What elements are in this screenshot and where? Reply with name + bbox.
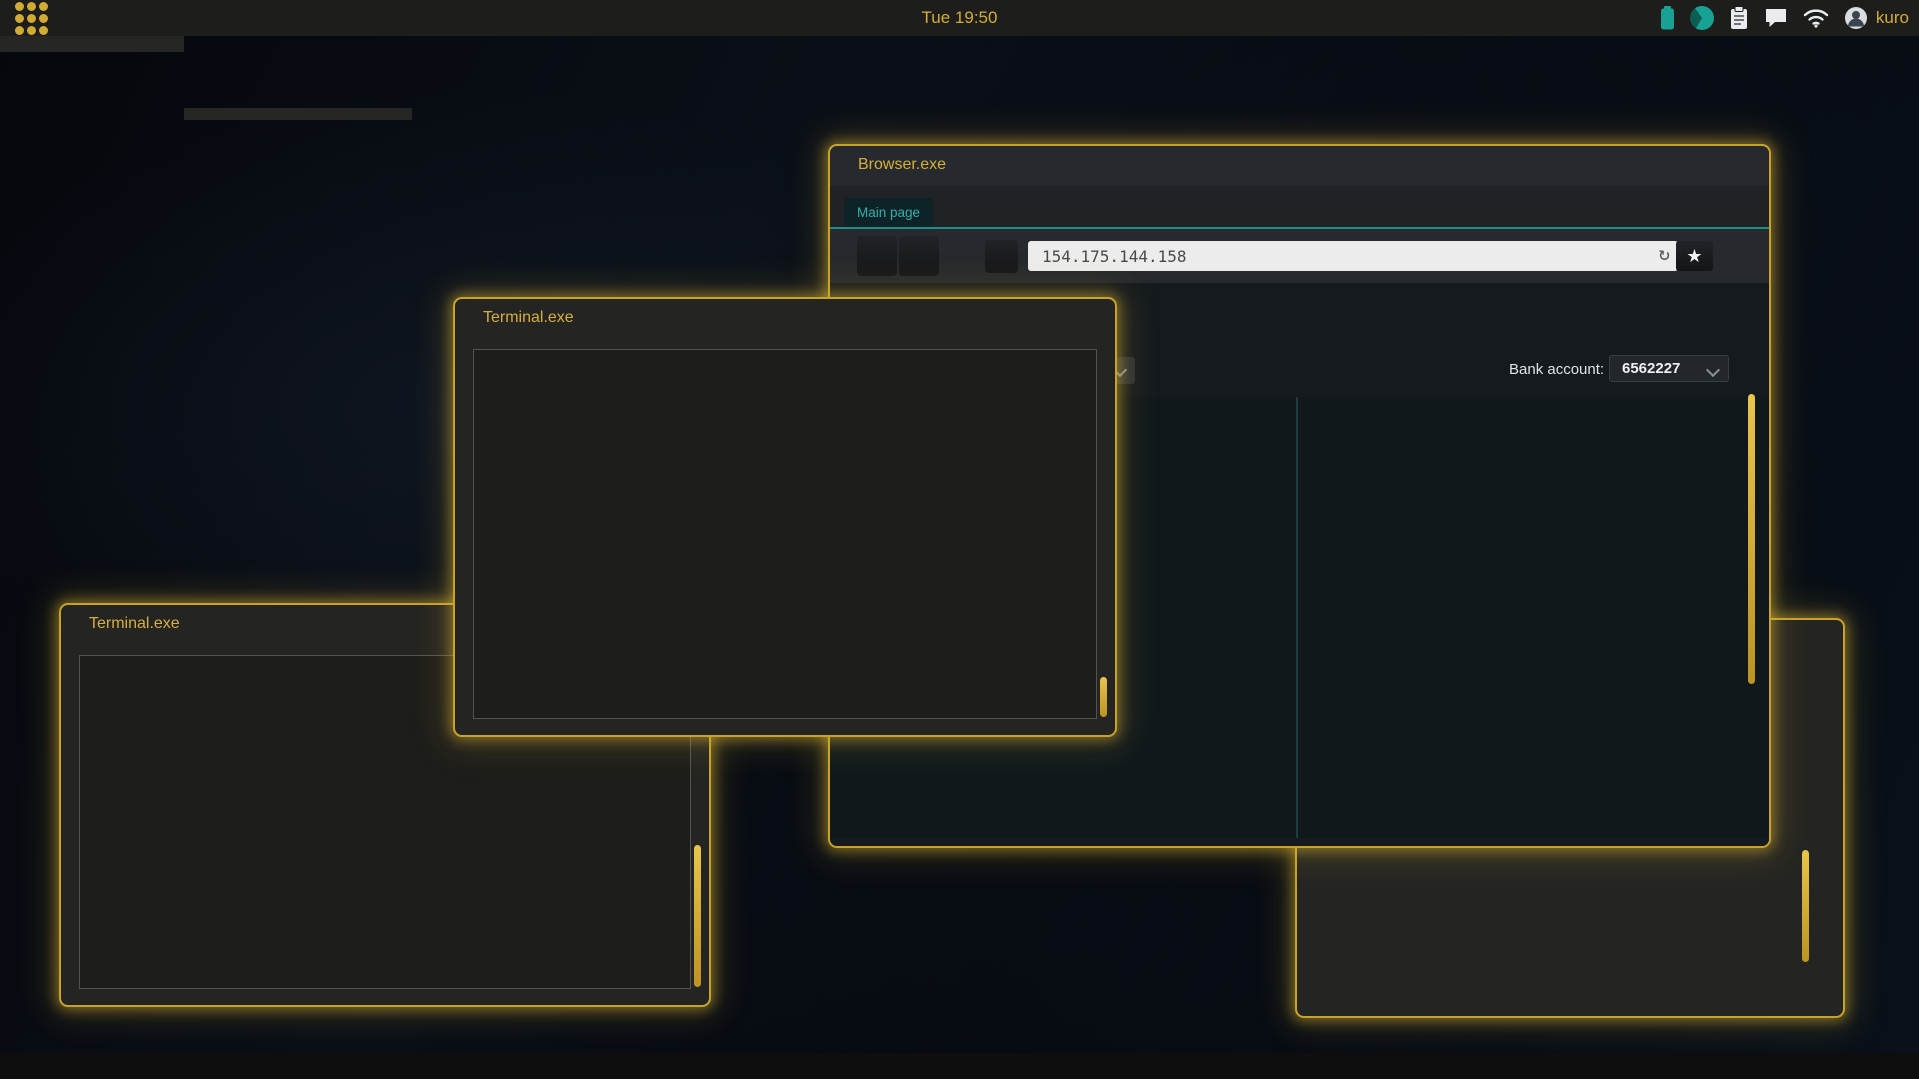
- browser-nav-row: 154.175.144.158 ↻ ★: [830, 229, 1769, 283]
- programs-submenu: [184, 108, 412, 120]
- reload-icon[interactable]: ↻: [1659, 243, 1670, 265]
- chevron-down-icon: [1705, 362, 1721, 378]
- chat-bubble-icon[interactable]: [1764, 7, 1788, 29]
- terminal-body[interactable]: [473, 349, 1097, 719]
- system-menu: [0, 36, 184, 52]
- apps-menu-button[interactable]: [0, 0, 62, 36]
- window-title: Terminal.exe: [483, 309, 574, 326]
- favorite-button[interactable]: ★: [1676, 241, 1713, 271]
- storage-pie-icon[interactable]: [1689, 6, 1714, 30]
- clock: Tue 19:50: [921, 8, 998, 27]
- forward-button[interactable]: [899, 236, 939, 276]
- bank-account-value: 6562227: [1622, 360, 1681, 377]
- window-title: Browser.exe: [858, 156, 947, 173]
- address-text: 154.175.144.158: [1042, 246, 1187, 266]
- star-icon: ★: [1686, 245, 1703, 266]
- address-bar[interactable]: 154.175.144.158 ↻: [1028, 241, 1678, 271]
- file-explorer-scrollbar[interactable]: [1802, 850, 1809, 962]
- bank-account-dropdown[interactable]: 6562227: [1609, 355, 1729, 382]
- terminal-scrollbar[interactable]: [1100, 677, 1107, 717]
- system-tray: [1660, 6, 1876, 30]
- wifi-icon[interactable]: [1803, 8, 1829, 28]
- back-button[interactable]: [857, 236, 897, 276]
- apps-grid-icon: [14, 1, 48, 35]
- column-divider: [1296, 397, 1298, 838]
- browser-scrollbar[interactable]: [1748, 394, 1755, 684]
- clipboard-icon[interactable]: [1729, 6, 1749, 30]
- taskbar: [0, 1053, 1919, 1079]
- user-avatar-icon[interactable]: [1844, 6, 1868, 30]
- browser-titlebar[interactable]: Browser.exe: [830, 146, 1769, 184]
- terminal-window-center: Terminal.exe: [453, 297, 1117, 737]
- username-label: kuro: [1875, 8, 1909, 27]
- topbar: Tue 19:50 kuro: [0, 0, 1919, 36]
- home-button[interactable]: [985, 240, 1018, 273]
- browser-pagetab-strip: Main page: [830, 186, 1769, 229]
- battery-icon[interactable]: [1660, 6, 1675, 30]
- terminal-titlebar[interactable]: Terminal.exe: [455, 299, 1115, 337]
- bank-account-label: Bank account:: [1509, 361, 1605, 378]
- page-tab-main-page[interactable]: Main page: [844, 198, 934, 227]
- terminal-scrollbar[interactable]: [694, 845, 701, 987]
- window-title: Terminal.exe: [89, 615, 180, 632]
